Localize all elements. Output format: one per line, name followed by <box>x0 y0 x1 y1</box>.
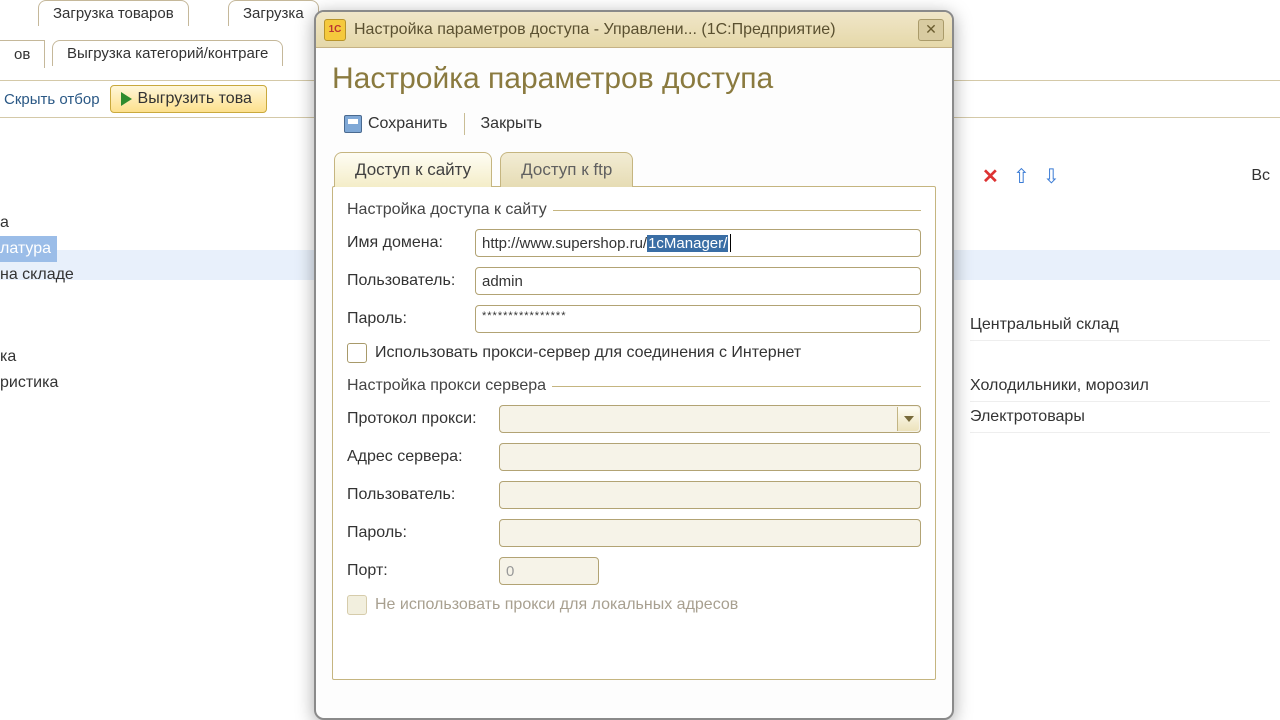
chevron-down-icon[interactable] <box>897 407 919 431</box>
right-item[interactable]: Электротовары <box>970 402 1270 433</box>
bg-vs-label: Вс <box>1251 167 1270 185</box>
password-input[interactable]: **************** <box>475 305 921 333</box>
proxy-group-label: Настройка прокси сервера <box>347 377 921 395</box>
save-label: Сохранить <box>368 115 448 133</box>
domain-input[interactable]: http://www.supershop.ru/1cManager/ <box>475 229 921 257</box>
export-goods-label: Выгрузить това <box>138 90 252 108</box>
dialog-heading: Настройка параметров доступа <box>332 62 936 96</box>
proxy-user-input[interactable] <box>499 481 921 509</box>
tree-item-selected[interactable]: латура <box>0 236 57 262</box>
domain-value-prefix: http://www.supershop.ru/ <box>482 235 647 252</box>
proxy-password-input[interactable] <box>499 519 921 547</box>
tree-item[interactable]: ка <box>0 344 310 370</box>
user-label: Пользователь: <box>347 272 475 290</box>
dialog-toolbar: Сохранить Закрыть <box>332 110 936 138</box>
close-button[interactable]: Закрыть <box>473 112 551 136</box>
domain-value-selection: 1cManager/ <box>647 235 728 252</box>
right-item[interactable]: Центральный склад <box>970 310 1270 341</box>
proxy-port-input[interactable]: 0 <box>499 557 599 585</box>
bg-right-column: Центральный склад Холодильники, морозил … <box>970 310 1270 433</box>
play-icon <box>121 92 132 106</box>
bg-subtab-ov[interactable]: ов <box>0 40 45 68</box>
close-label: Закрыть <box>481 115 543 133</box>
bg-subtab-export[interactable]: Выгрузка категорий/контраге <box>52 40 283 66</box>
close-icon[interactable]: ✕ <box>918 19 944 41</box>
dialog-body: Настройка параметров доступа Сохранить З… <box>316 48 952 694</box>
export-goods-button[interactable]: Выгрузить това <box>110 85 267 113</box>
hide-filter-link[interactable]: Скрыть отбор <box>4 91 100 108</box>
domain-label: Имя домена: <box>347 234 475 252</box>
dialog-titlebar[interactable]: 1С Настройка параметров доступа - Управл… <box>316 12 952 48</box>
password-label: Пароль: <box>347 310 475 328</box>
bg-tree: а латура на складе ка ристика <box>0 210 310 396</box>
bg-tab-load-goods[interactable]: Загрузка товаров <box>38 0 189 26</box>
use-proxy-label: Использовать прокси-сервер для соединени… <box>375 344 801 362</box>
app-logo-icon: 1С <box>324 19 346 41</box>
proxy-address-label: Адрес сервера: <box>347 448 499 466</box>
bg-tab-load[interactable]: Загрузка <box>228 0 319 26</box>
site-access-group-label: Настройка доступа к сайту <box>347 201 921 219</box>
tree-item[interactable]: на складе <box>0 262 310 288</box>
tab-site-access[interactable]: Доступ к сайту <box>334 152 492 187</box>
tab-ftp-access[interactable]: Доступ к ftp <box>500 152 633 187</box>
dialog-title: Настройка параметров доступа - Управлени… <box>354 21 910 39</box>
proxy-port-label: Порт: <box>347 562 499 580</box>
proxy-password-label: Пароль: <box>347 524 499 542</box>
proxy-user-label: Пользователь: <box>347 486 499 504</box>
arrow-down-icon[interactable]: ⇩ <box>1041 166 1061 186</box>
dialog-panel: Настройка доступа к сайту Имя домена: ht… <box>332 186 936 680</box>
proxy-protocol-label: Протокол прокси: <box>347 410 499 428</box>
tree-item[interactable]: ристика <box>0 370 310 396</box>
access-settings-dialog: 1С Настройка параметров доступа - Управл… <box>314 10 954 720</box>
no-proxy-local-checkbox <box>347 595 367 615</box>
tree-item[interactable] <box>0 288 310 316</box>
proxy-protocol-select[interactable] <box>499 405 921 433</box>
save-button[interactable]: Сохранить <box>336 112 456 136</box>
no-proxy-local-label: Не использовать прокси для локальных адр… <box>375 596 738 614</box>
use-proxy-checkbox[interactable] <box>347 343 367 363</box>
toolbar-separator <box>464 113 465 135</box>
tree-item <box>0 316 310 344</box>
user-input[interactable]: admin <box>475 267 921 295</box>
save-icon <box>344 115 362 133</box>
dialog-tabs: Доступ к сайту Доступ к ftp <box>334 152 936 187</box>
delete-icon[interactable]: ✕ <box>979 165 1001 187</box>
bg-right-toolbar: ✕ ⇧ ⇩ Вс <box>979 165 1280 187</box>
right-item[interactable]: Холодильники, морозил <box>970 371 1270 402</box>
text-cursor-icon <box>730 234 731 252</box>
arrow-up-icon[interactable]: ⇧ <box>1011 166 1031 186</box>
proxy-address-input[interactable] <box>499 443 921 471</box>
tree-item[interactable]: а <box>0 210 310 236</box>
